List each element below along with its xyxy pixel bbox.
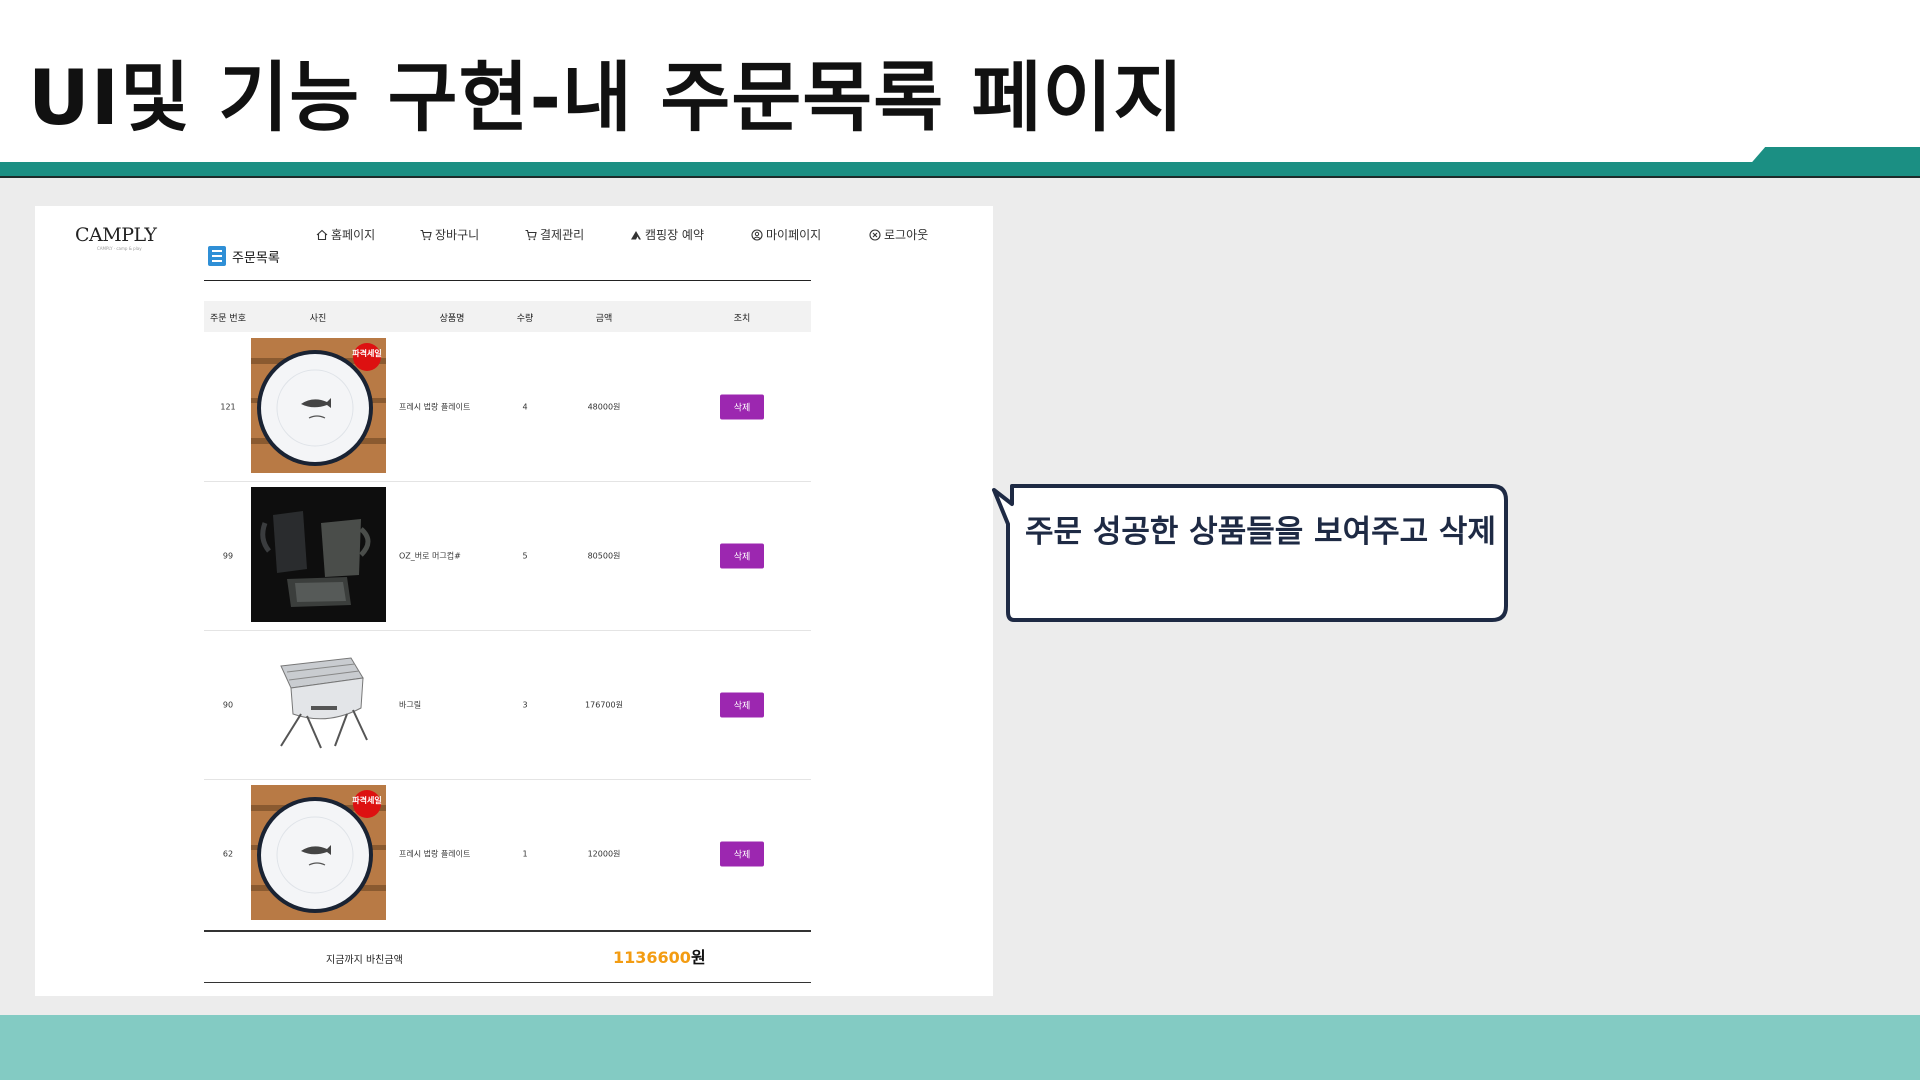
nav-cart[interactable]: 장바구니 [420,226,479,243]
cart-icon [525,229,537,240]
dark-divider [0,176,1920,178]
nav-home[interactable]: 홈페이지 [316,226,375,243]
nav-logout[interactable]: 로그아웃 [869,226,928,243]
nav-payment-label: 결제관리 [540,228,585,242]
product-name: OZ_버로 머그컵# [399,551,461,560]
table-header: 주문 번호 사진 상품명 수량 금액 조치 [204,301,811,332]
product-quantity: 4 [522,402,528,411]
delete-button[interactable]: 삭제 [720,692,764,717]
home-icon [316,229,328,240]
product-price: 176700원 [585,700,623,709]
delete-button[interactable]: 삭제 [720,394,764,419]
speech-bubble [992,484,1508,622]
order-number: 99 [222,551,234,560]
product-name: 바그릴 [399,700,422,709]
product-price: 48000원 [587,402,621,411]
product-quantity: 3 [522,700,528,709]
nav-payment[interactable]: 결제관리 [525,226,584,243]
table-row: 99 OZ_버로 머그컵# 5 80500원 삭제 [204,481,811,631]
product-quantity: 5 [522,551,528,560]
user-circle-icon [751,228,763,241]
callout-text: 주문 성공한 상품들을 보여주고 삭제 [1025,514,1496,550]
product-photo-plate[interactable]: 파격세일 [251,338,386,473]
order-number: 90 [222,700,234,709]
total-label: 지금까지 바친금액 [326,955,403,966]
nav-cart-label: 장바구니 [435,228,480,242]
nav-campsite-label: 캠핑장 예약 [645,228,705,242]
slide-title: UI및 기능 구현-내 주문목록 페이지 [28,53,1185,142]
list-icon [208,246,226,266]
total-amount: 1136600원 [613,944,706,968]
total-bottom-divider [204,982,811,983]
header-product-name: 상품명 [439,314,465,324]
header-quantity: 수량 [516,314,534,324]
nav-home-label: 홈페이지 [331,228,376,242]
total-top-divider [204,930,811,932]
order-list-screenshot: CAMPLY CAMPLY · camp & play 홈페이지 장바구니 결제… [35,206,993,996]
total-amount-unit: 원 [690,948,706,967]
header-photo: 사진 [309,314,327,324]
product-price: 80500원 [587,551,621,560]
nav-mypage[interactable]: 마이페이지 [751,226,821,243]
table-row: 121 파격세일 프레시 법랑 플레이트 4 48000원 삭제 [204,332,811,482]
campy-logo[interactable]: CAMPLY [75,224,157,246]
page-heading-label: 주문목록 [232,250,280,266]
heading-divider [204,280,811,281]
cart-icon [420,229,432,240]
teal-divider [0,162,1920,176]
header-order-no: 주문 번호 [210,314,246,324]
product-name: 프레시 법랑 플레이트 [399,849,471,858]
sale-badge: 파격세일 [352,795,381,805]
sale-badge: 파격세일 [352,348,381,358]
delete-button[interactable]: 삭제 [720,543,764,568]
nav-mypage-label: 마이페이지 [766,228,822,242]
page-heading: 주문목록 [208,246,280,266]
header-action: 조치 [733,314,751,324]
footer-band [0,1015,1920,1080]
table-row: 90 바그릴 3 176700원 삭제 [204,630,811,780]
total-amount-value: 1136600 [613,948,691,967]
close-circle-icon [869,228,881,241]
nav-campsite-reservation[interactable]: 캠핑장 예약 [630,226,704,243]
product-photo-plate[interactable]: 파격세일 [251,785,386,920]
product-name: 프레시 법랑 플레이트 [399,402,471,411]
logo-tagline: CAMPLY · camp & play [97,246,142,251]
product-photo-grill[interactable] [251,636,386,771]
order-number: 121 [220,402,236,411]
delete-button[interactable]: 삭제 [720,841,764,866]
product-quantity: 1 [522,849,528,858]
header-price: 금액 [595,314,613,324]
nav-logout-label: 로그아웃 [884,228,929,242]
table-row: 62 파격세일 프레시 법랑 플레이트 1 12000원 삭제 [204,779,811,928]
product-price: 12000원 [587,849,621,858]
order-number: 62 [222,849,234,858]
product-photo-mug-set[interactable] [251,487,386,622]
tent-icon [631,230,641,239]
